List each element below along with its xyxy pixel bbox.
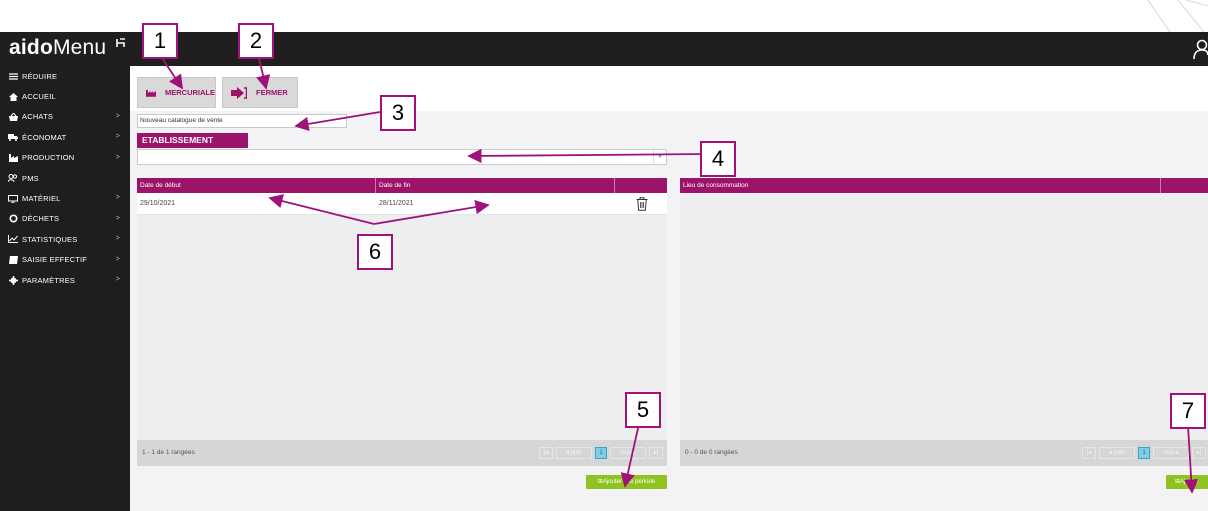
consumption-grid-header: Lieu de consommation: [680, 178, 1208, 193]
factory-icon: [8, 153, 18, 162]
factory-icon: [146, 89, 156, 97]
mercuriale-label: MERCURIALE: [165, 88, 215, 97]
monitor-icon: [8, 194, 18, 203]
fermer-label: FERMER: [256, 88, 288, 97]
main-content: MERCURIALE FERMER Nouveau catalogue de v…: [130, 66, 1208, 511]
start-date-cell[interactable]: 29/10/2021: [137, 193, 175, 215]
chevron-down-icon[interactable]: ▾: [653, 150, 666, 164]
sidebar-item-label: STATISTIQUES: [22, 234, 78, 244]
catalog-name-input[interactable]: Nouveau catalogue de vente: [137, 114, 347, 128]
pager-last-button[interactable]: ▸|: [649, 447, 663, 459]
callout-7: 7: [1170, 393, 1206, 429]
sidebar-item-label: ÉCONOMAT: [22, 132, 67, 142]
sidebar-item-production[interactable]: PRODUCTION >: [0, 148, 130, 168]
sidebar-item-achats[interactable]: ACHATS >: [0, 107, 130, 127]
top-header: aidoMenu: [0, 32, 1208, 66]
etablissement-select[interactable]: ▾: [137, 149, 667, 165]
pager-prev-button[interactable]: ◂ préc: [1099, 447, 1135, 459]
add-location-button[interactable]: ⊞Ajouter: [1166, 475, 1208, 489]
sidebar-item-label: PMS: [22, 173, 39, 183]
pager-prev-button[interactable]: ◂ préc: [556, 447, 592, 459]
add-period-button[interactable]: ⊞Ajouter une période: [586, 475, 667, 489]
sidebar-item-label: PARAMÈTRES: [22, 275, 76, 285]
gear-icon: [8, 275, 18, 285]
home-icon: [8, 92, 18, 101]
pager-page-1[interactable]: 1: [1138, 447, 1150, 459]
sidebar-item-label: SAISIE EFFECTIF: [22, 255, 88, 265]
trash-icon[interactable]: [636, 197, 648, 211]
truck-icon: [8, 133, 18, 142]
sidebar-item-label: ACCUEIL: [22, 92, 56, 102]
pager-info: 0 - 0 de 0 rangées: [685, 449, 738, 456]
user-icon[interactable]: [1192, 39, 1208, 59]
sidebar-item-label: DÉCHETS: [22, 214, 60, 224]
pager-info: 1 - 1 de 1 rangées: [142, 449, 195, 456]
periods-grid-header: Date de début Date de fin: [137, 178, 667, 193]
sidebar-item-reduire[interactable]: RÉDUIRE: [0, 66, 130, 86]
chevron-right-icon: >: [115, 133, 120, 141]
app-logo[interactable]: aidoMenu: [9, 36, 106, 60]
recycle-icon: [8, 214, 18, 223]
callout-1: 1: [142, 23, 178, 59]
callout-6: 6: [357, 234, 393, 270]
callout-2: 2: [238, 23, 274, 59]
pager-next-button[interactable]: suiv ▸: [610, 447, 646, 459]
decorative-lines: [1147, 0, 1208, 32]
callout-3: 3: [380, 95, 416, 131]
pager-page-1[interactable]: 1: [595, 447, 607, 459]
basket-icon: [8, 112, 18, 121]
sidebar-item-label: PRODUCTION: [22, 153, 75, 163]
pager-next-button[interactable]: suiv ▸: [1153, 447, 1189, 459]
column-header-start-date[interactable]: Date de début: [137, 178, 181, 193]
chevron-right-icon: >: [115, 275, 120, 283]
consumption-grid: Lieu de consommation: [680, 178, 1208, 466]
sidebar-item-economat[interactable]: ÉCONOMAT >: [0, 127, 130, 147]
column-divider: [1160, 178, 1161, 193]
column-header-end-date[interactable]: Date de fin: [376, 178, 410, 193]
periods-grid: Date de début Date de fin 29/10/2021 28/…: [137, 178, 667, 466]
chevron-right-icon: >: [115, 194, 120, 202]
callout-4: 4: [700, 141, 736, 177]
chevron-right-icon: >: [115, 153, 120, 161]
sidebar-item-label: MATÉRIEL: [22, 194, 61, 204]
mercuriale-button[interactable]: MERCURIALE: [137, 77, 216, 108]
sidebar-item-statistiques[interactable]: STATISTIQUES >: [0, 229, 130, 249]
pager-last-button[interactable]: ▸|: [1192, 447, 1206, 459]
callout-5: 5: [625, 392, 661, 428]
sign-out-icon: [231, 86, 247, 99]
chevron-right-icon: >: [115, 214, 120, 222]
chevron-right-icon: >: [115, 255, 120, 263]
users-icon: [8, 174, 18, 183]
end-date-cell[interactable]: 28/11/2021: [376, 193, 414, 215]
chevron-right-icon: >: [115, 112, 120, 120]
book-icon: [8, 255, 18, 264]
column-divider: [614, 178, 615, 193]
chart-icon: [8, 235, 18, 244]
fermer-button[interactable]: FERMER: [222, 77, 298, 108]
sidebar-item-dechets[interactable]: DÉCHETS >: [0, 209, 130, 229]
chevron-right-icon: >: [115, 235, 120, 243]
sidebar-item-label: ACHATS: [22, 112, 54, 122]
logo-mark-icon: [116, 38, 125, 47]
column-header-lieu[interactable]: Lieu de consommation: [680, 178, 748, 193]
sidebar-item-saisie-effectif[interactable]: SAISIE EFFECTIF >: [0, 250, 130, 270]
etablissement-label: ETABLISSEMENT: [137, 133, 248, 148]
table-row[interactable]: 29/10/2021 28/11/2021: [137, 193, 667, 215]
pager-first-button[interactable]: |◂: [1082, 447, 1096, 459]
sidebar-item-accueil[interactable]: ACCUEIL: [0, 86, 130, 106]
page: aidoMenu RÉDUIRE ACCUEIL ACHATS > ÉCONOM…: [0, 0, 1208, 511]
sidebar-item-parametres[interactable]: PARAMÈTRES >: [0, 270, 130, 290]
sidebar: RÉDUIRE ACCUEIL ACHATS > ÉCONOMAT > PROD…: [0, 66, 130, 511]
toolbar: MERCURIALE FERMER: [130, 66, 1208, 111]
periods-pager: 1 - 1 de 1 rangées |◂ ◂ préc 1 suiv ▸ ▸|: [137, 440, 667, 466]
pager-first-button[interactable]: |◂: [539, 447, 553, 459]
sidebar-item-pms[interactable]: PMS: [0, 168, 130, 188]
consumption-pager: 0 - 0 de 0 rangées |◂ ◂ préc 1 suiv ▸ ▸|: [680, 440, 1208, 466]
sidebar-item-label: RÉDUIRE: [22, 71, 58, 81]
hamburger-icon: [8, 72, 18, 81]
sidebar-item-materiel[interactable]: MATÉRIEL >: [0, 188, 130, 208]
